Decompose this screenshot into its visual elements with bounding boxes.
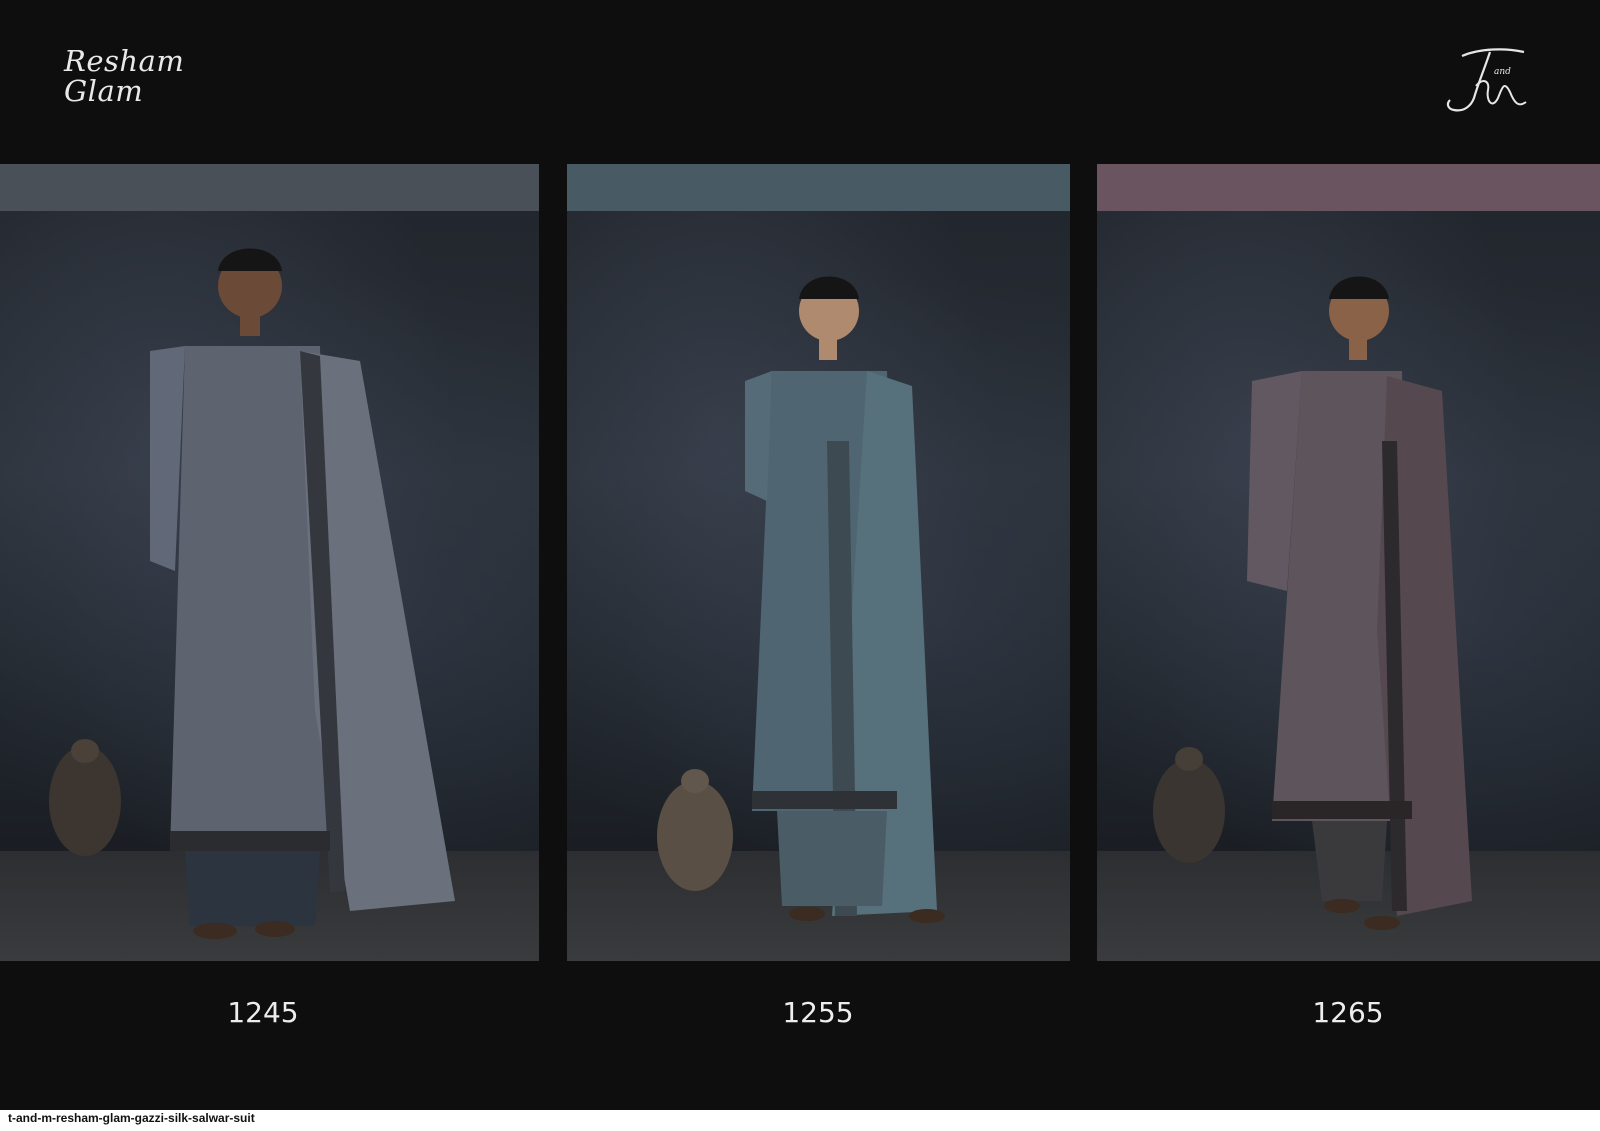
color-band [1097, 164, 1600, 211]
collection-title-line1: Resham [64, 44, 185, 78]
color-band [567, 164, 1070, 211]
svg-text:and: and [1494, 67, 1511, 77]
product-code-1: 1245 [227, 996, 299, 1029]
model-photo [49, 248, 455, 939]
product-panel-1265[interactable] [1097, 164, 1600, 961]
product-code-3: 1265 [1312, 996, 1384, 1029]
tm-monogram-icon: and [1446, 48, 1527, 112]
model-photo [1153, 276, 1472, 930]
model-photo [657, 276, 945, 923]
page-slug: t-and-m-resham-glam-gazzi-silk-salwar-su… [8, 1111, 255, 1125]
collection-title-line2: Glam [64, 74, 144, 108]
product-panel-1245[interactable] [0, 164, 539, 961]
product-panel-1255[interactable] [567, 164, 1070, 961]
product-code-2: 1255 [782, 996, 854, 1029]
collection-title: Resham Glam [64, 46, 184, 106]
catalog-sheet: Resham Glam and 1245 1255 1265 [0, 0, 1600, 1110]
color-band [0, 164, 539, 211]
